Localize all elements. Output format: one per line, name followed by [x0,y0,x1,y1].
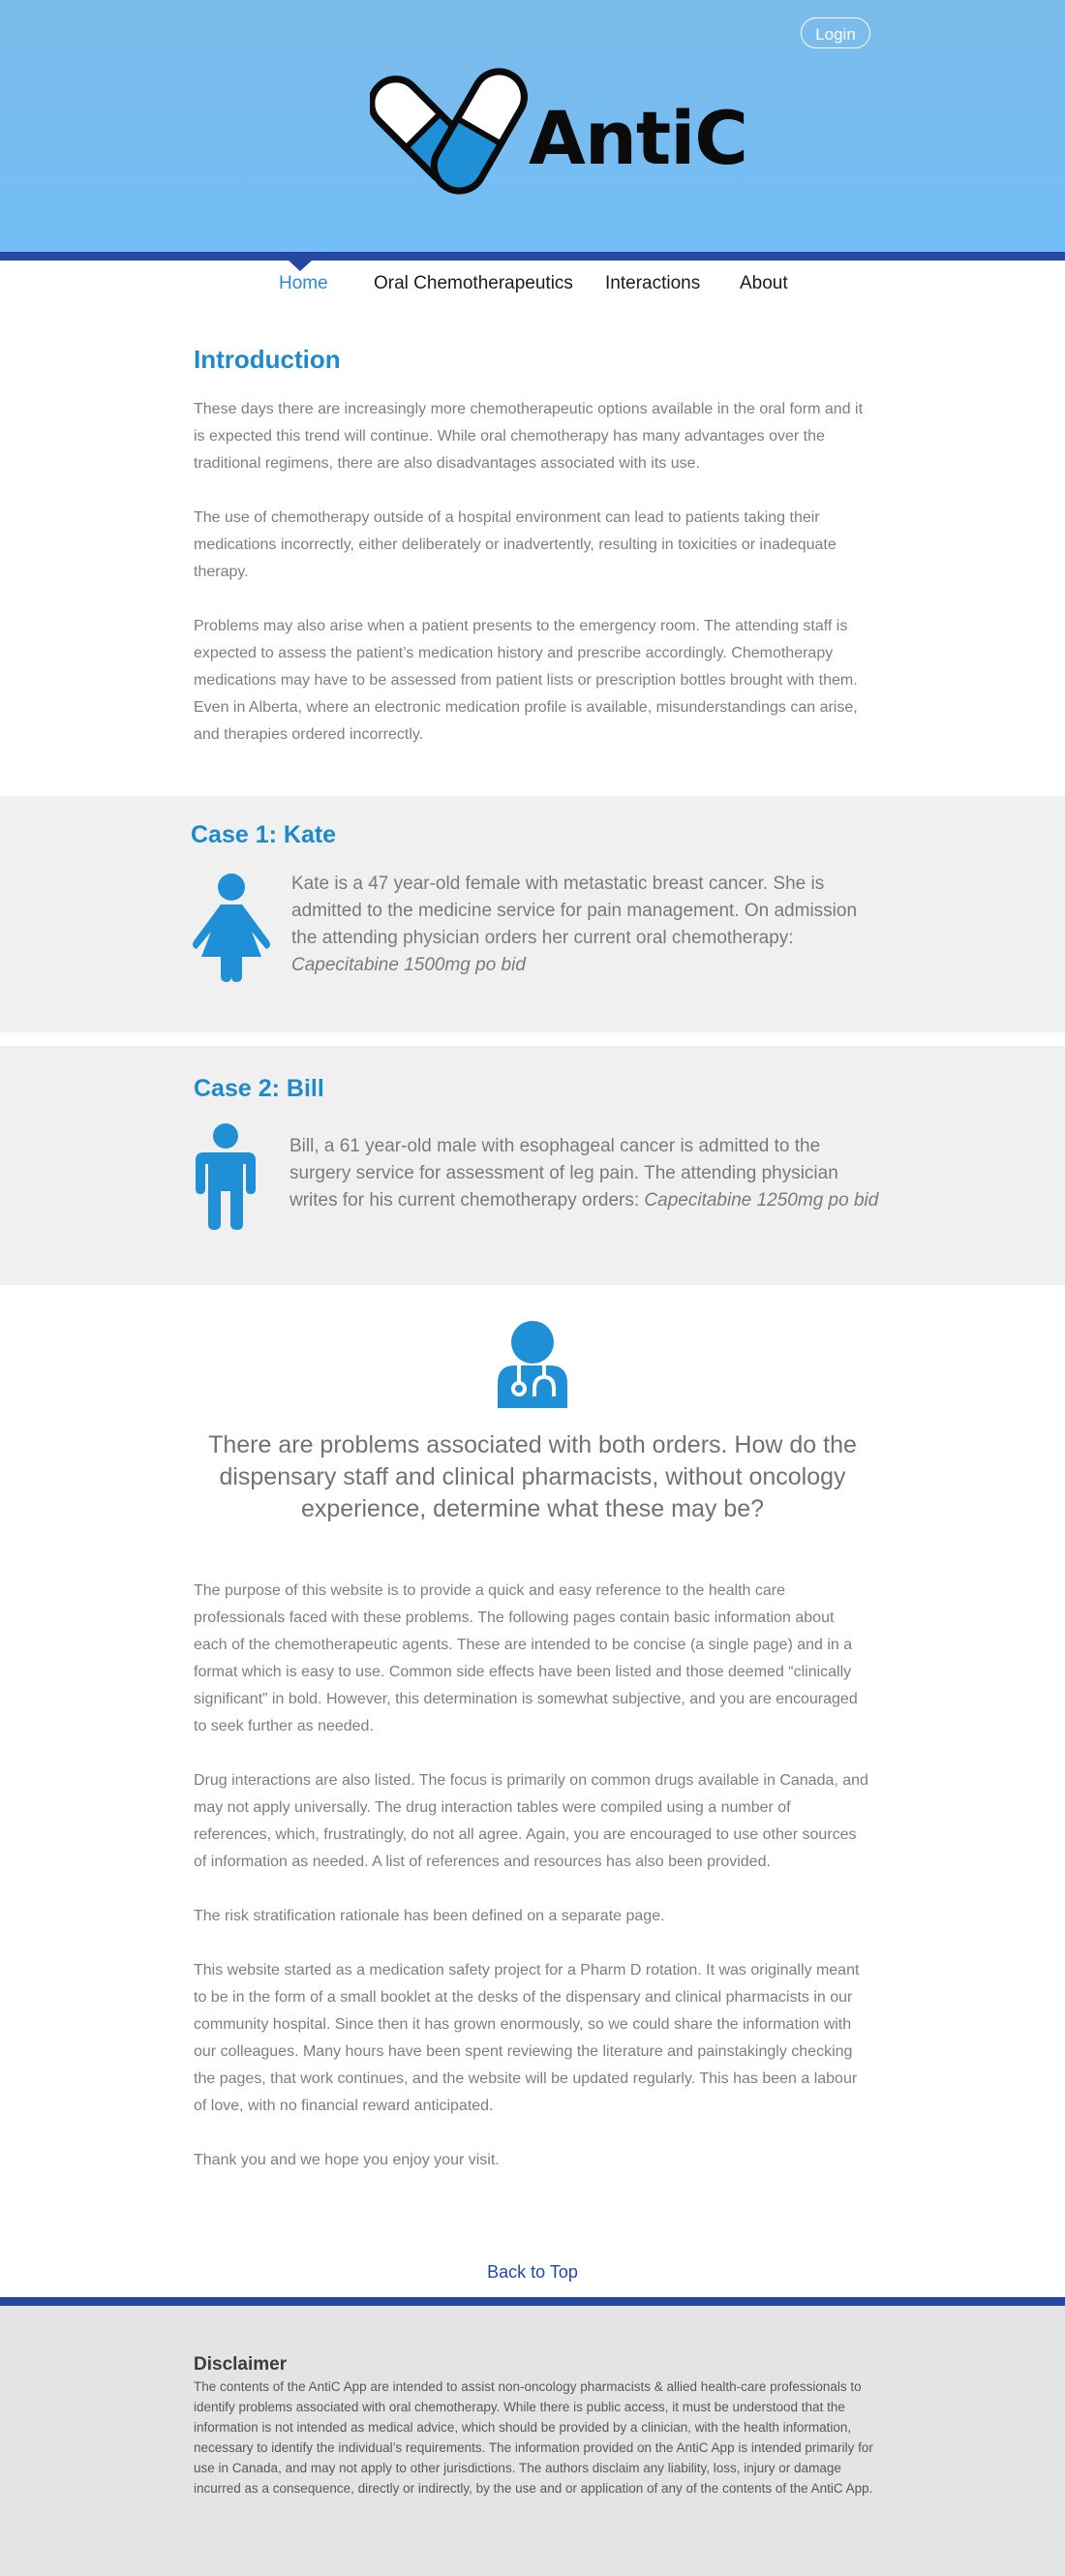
case-1-description: Kate is a 47 year-old female with metast… [291,874,858,948]
case-1-text: Kate is a 47 year-old female with metast… [291,871,872,979]
header-divider [0,252,1065,261]
male-person-icon [196,1123,256,1230]
purpose-paragraph-5: Thank you and we hope you enjoy your vis… [194,2152,500,2168]
nav-home[interactable]: Home [279,273,328,294]
purpose-paragraph-1: The purpose of this website is to provid… [194,1582,858,1734]
active-nav-indicator [289,261,312,271]
site-header: Login AntiC [0,0,1065,252]
doctor-icon [498,1321,567,1408]
disclaimer-text: The contents of the AntiC App are intend… [194,2379,873,2496]
back-to-top-link[interactable]: Back to Top [0,2262,1065,2283]
case-2-title: Case 2: Bill [194,1075,324,1102]
case-1-title: Case 1: Kate [191,821,337,848]
intro-paragraph-3: Problems may also arise when a patient p… [194,618,858,743]
nav-about[interactable]: About [740,273,788,294]
disclaimer-title: Disclaimer [194,2354,288,2375]
case-2-text: Bill, a 61 year-old male with esophageal… [289,1133,880,1214]
nav-interactions[interactable]: Interactions [605,273,700,294]
female-person-icon [193,874,270,982]
case-2-order: Capecitabine 1250mg po bid [644,1190,879,1211]
capsule-logo-icon [370,68,528,195]
question-text: There are problems associated with both … [208,1431,857,1522]
purpose-paragraph-3: The risk stratification rationale has be… [194,1908,665,1924]
intro-section: These days there are increasingly more c… [194,396,871,749]
intro-paragraph-2: The use of chemotherapy outside of a hos… [194,509,837,580]
intro-paragraph-1: These days there are increasingly more c… [194,401,864,472]
nav-oral-chemotherapeutics[interactable]: Oral Chemotherapeutics [374,273,573,294]
intro-title: Introduction [194,345,341,374]
purpose-paragraph-4: This website started as a medication saf… [194,1962,860,2114]
purpose-paragraph-2: Drug interactions are also listed. The f… [194,1772,868,1870]
footer-divider [0,2297,1065,2306]
case-1-order: Capecitabine 1500mg po bid [291,955,526,975]
antic-logo[interactable]: AntiC [370,58,748,203]
login-button[interactable]: Login [801,17,870,48]
main-nav: Home Oral Chemotherapeutics Interactions… [0,273,1065,302]
purpose-section: The purpose of this website is to provid… [194,1578,871,2174]
logo-text: AntiC [529,95,748,181]
